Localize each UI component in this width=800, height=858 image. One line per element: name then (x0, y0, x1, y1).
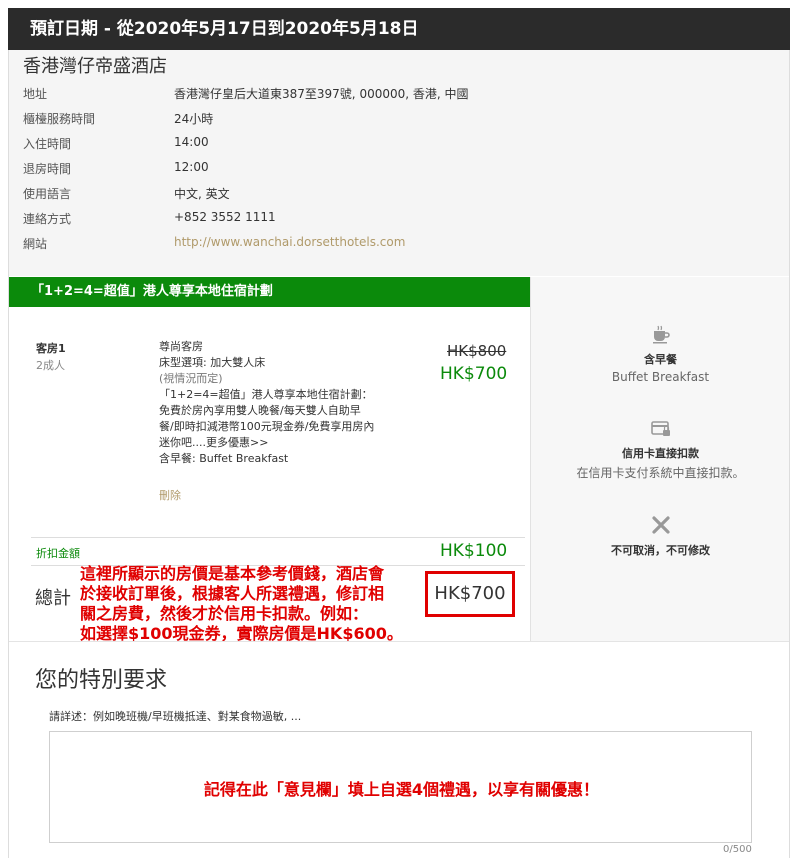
feature-breakfast-sub: Buffet Breakfast (611, 370, 710, 384)
discount-amount: HK$100 (440, 541, 508, 561)
feature-payment: 信用卡直接扣款 在信用卡支付系統中直接扣款。 (531, 417, 790, 481)
total-price-highlight: HK$700 (425, 571, 515, 617)
room-price: HK$700 (440, 364, 508, 384)
hotel-name: 香港灣仔帝盛酒店 (23, 56, 167, 77)
hotel-info-panel: 香港灣仔帝盛酒店 地址 香港灣仔皇后大道東387至397號, 000000, 香… (9, 50, 789, 276)
character-count: 0/500 (723, 844, 752, 855)
delete-room-link[interactable]: 刪除 (159, 487, 181, 503)
languages-label: 使用語言 (23, 187, 72, 201)
languages-value: 中文, 英文 (174, 187, 230, 201)
feature-cancellation: 不可取消，不可修改 (531, 514, 790, 558)
deal-title-bar: 「1+2=4=超值」港人尊享本地住宿計劃 (9, 277, 530, 307)
feature-breakfast-title: 含早餐 (644, 353, 677, 366)
discount-label: 折扣金額 (36, 547, 80, 560)
room-number-label: 客房1 (36, 342, 66, 355)
total-label: 總計 (35, 588, 71, 609)
room-guests: 2成人 (36, 359, 65, 372)
contact-value: +852 3552 1111 (174, 210, 276, 224)
annotation-line1: 這裡所顯示的房價是基本參考價錢，酒店會 (80, 564, 385, 583)
feature-breakfast: 含早餐 Buffet Breakfast (531, 323, 790, 384)
room-description: 尊尚客房 床型選項: 加大雙人床 (視情況而定) 「1+2=4=超值」港人尊享本… (159, 339, 409, 467)
room-details: 客房1 2成人 尊尚客房 床型選項: 加大雙人床 (視情況而定) 「1+2=4=… (9, 307, 530, 644)
credit-card-lock-icon (650, 421, 670, 436)
coffee-cup-icon (652, 325, 670, 344)
annotation-line2: 於接收訂單後，根據客人所選禮遇，修訂相 (80, 584, 385, 603)
plan-desc-line2: 免費於房內享用雙人晚餐/每天雙人自助早 (159, 404, 361, 417)
contact-label: 連絡方式 (23, 212, 72, 226)
special-requests-textarea[interactable]: 記得在此「意見欄」填上自選4個禮遇，以享有關優惠！ (49, 731, 752, 843)
bed-note: (視情況而定) (159, 372, 223, 385)
checkin-label: 入住時間 (23, 137, 72, 151)
special-requests-section: 您的特別要求 請詳述：例如晚班機/早班機抵達、對某食物過敏, ... 記得在此「… (9, 641, 789, 858)
front-desk-label: 櫃檯服務時間 (23, 112, 96, 126)
address-value: 香港灣仔皇后大道東387至397號, 000000, 香港, 中國 (174, 87, 469, 101)
checkout-value: 12:00 (174, 160, 209, 174)
feature-payment-title: 信用卡直接扣款 (622, 447, 699, 460)
divider (31, 537, 525, 538)
breakfast-info: 含早餐: Buffet Breakfast (159, 452, 289, 465)
plan-desc-line4: 迷你吧....更多優惠>> (159, 436, 269, 449)
address-label: 地址 (23, 87, 48, 101)
room-type: 尊尚客房 (159, 340, 203, 353)
annotation-line3: 關之房費，然後才於信用卡扣款。例如： (80, 604, 369, 623)
close-x-icon (651, 516, 670, 534)
feature-payment-sub: 在信用卡支付系統中直接扣款。 (576, 466, 745, 480)
special-requests-title: 您的特別要求 (35, 668, 168, 693)
checkout-label: 退房時間 (23, 162, 72, 176)
website-link[interactable]: http://www.wanchai.dorsetthotels.com (174, 235, 405, 249)
booking-dates-header: 預訂日期 - 從2020年5月17日到2020年5月18日 (8, 8, 790, 50)
front-desk-value: 24小時 (174, 112, 214, 126)
room-features-panel: 含早餐 Buffet Breakfast 信用卡直接扣款 在信用卡支付系統中直接… (530, 277, 789, 641)
original-price: HK$800 (447, 342, 507, 360)
textarea-annotation: 記得在此「意見欄」填上自選4個禮遇，以享有關優惠！ (203, 780, 600, 799)
special-requests-hint: 請詳述：例如晚班機/早班機抵達、對某食物過敏, ... (49, 710, 302, 723)
website-label: 網站 (23, 237, 48, 251)
plan-desc-line3: 餐/即時扣減港幣100元現金券/免費享用房內 (159, 420, 375, 433)
bed-option: 床型選項: 加大雙人床 (159, 356, 266, 369)
price-annotation: 這裡所顯示的房價是基本參考價錢，酒店會 於接收訂單後，根據客人所選禮遇，修訂相 … (80, 564, 420, 644)
checkin-value: 14:00 (174, 135, 209, 149)
feature-cancellation-title: 不可取消，不可修改 (611, 544, 710, 557)
plan-desc-line1: 「1+2=4=超值」港人尊享本地住宿計劃： (159, 388, 373, 401)
